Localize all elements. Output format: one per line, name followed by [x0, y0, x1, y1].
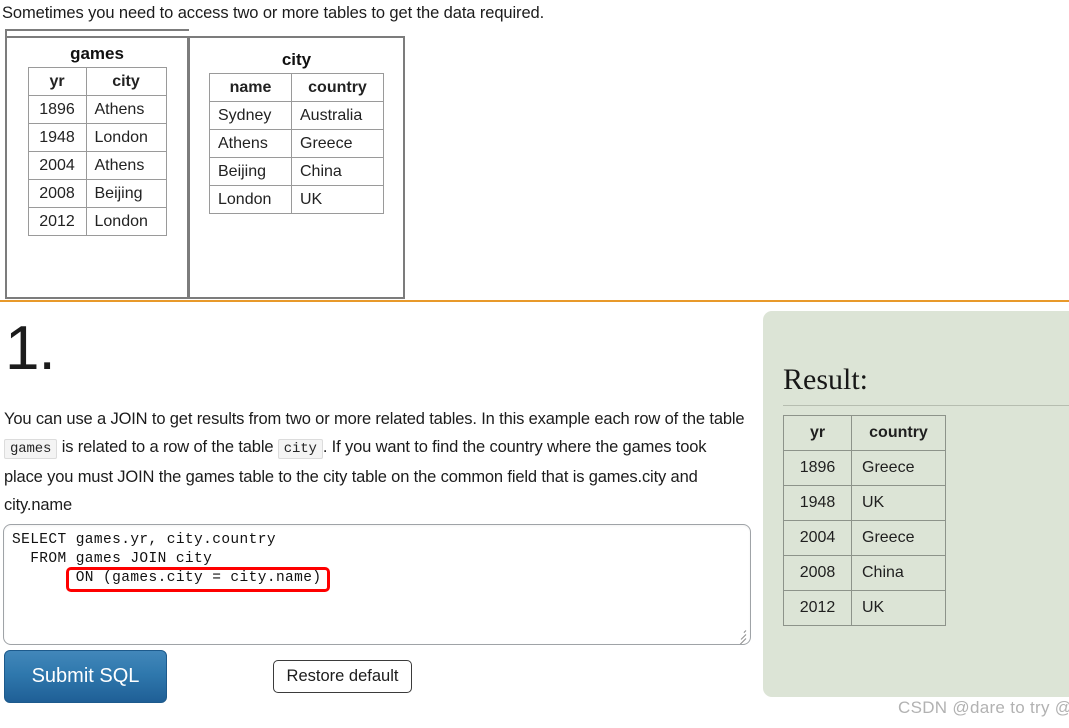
- cell-city: Beijing: [85, 179, 167, 208]
- submit-sql-button[interactable]: Submit SQL: [4, 650, 167, 703]
- cell-name: Athens: [209, 129, 292, 158]
- cell-city: London: [85, 123, 167, 152]
- table-header-row: yr city: [27, 67, 167, 96]
- cell-country: Greece: [851, 520, 946, 556]
- column-header-country: country: [291, 73, 384, 102]
- watermark: CSDN @dare to try @: [898, 698, 1069, 717]
- table-row: 2012 UK: [783, 590, 946, 626]
- table-row: 2012 London: [27, 207, 167, 236]
- cell-yr: 1896: [27, 95, 87, 124]
- table-row: Athens Greece: [209, 129, 384, 158]
- cell-yr: 2008: [27, 179, 87, 208]
- cell-yr: 2008: [783, 555, 852, 591]
- cell-city: Athens: [85, 95, 167, 124]
- column-header-city: city: [85, 67, 167, 96]
- games-table-tab: [7, 31, 191, 38]
- paragraph-part-2: is related to a row of the table: [57, 438, 278, 456]
- cell-city: Athens: [85, 151, 167, 180]
- paragraph-part-1: You can use a JOIN to get results from t…: [4, 410, 745, 428]
- cell-country: UK: [851, 485, 946, 521]
- table-row: 2008 Beijing: [27, 179, 167, 208]
- cell-yr: 1948: [783, 485, 852, 521]
- city-table-container: city name country Sydney Australia Athen…: [188, 36, 405, 299]
- table-header-row: name country: [209, 73, 384, 102]
- cell-yr: 2012: [783, 590, 852, 626]
- cell-country: China: [291, 157, 384, 186]
- games-table-container: games yr city 1896 Athens 1948 London 20…: [5, 29, 191, 299]
- table-row: 1896 Athens: [27, 95, 167, 124]
- cell-yr: 1896: [783, 450, 852, 486]
- table-row: London UK: [209, 185, 384, 214]
- column-header-country: country: [851, 415, 946, 451]
- table-row: 1948 UK: [783, 485, 946, 521]
- cell-country: Greece: [291, 129, 384, 158]
- cell-yr: 2004: [27, 151, 87, 180]
- cell-country: Greece: [851, 450, 946, 486]
- table-row: 2004 Greece: [783, 520, 946, 556]
- inline-code-games: games: [4, 439, 58, 459]
- games-table-title: games: [70, 44, 124, 63]
- table-row: 2004 Athens: [27, 151, 167, 180]
- cell-name: Sydney: [209, 101, 292, 130]
- sql-editor[interactable]: SELECT games.yr, city.country FROM games…: [3, 524, 751, 645]
- games-table: yr city 1896 Athens 1948 London 2004 Ath…: [27, 67, 167, 236]
- column-header-name: name: [209, 73, 292, 102]
- table-header-row: yr country: [783, 415, 946, 451]
- inline-code-city: city: [277, 439, 323, 459]
- cell-name: Beijing: [209, 157, 292, 186]
- cell-country: UK: [851, 590, 946, 626]
- cell-country: China: [851, 555, 946, 591]
- table-row: 1948 London: [27, 123, 167, 152]
- sql-code-text[interactable]: SELECT games.yr, city.country FROM games…: [12, 531, 321, 588]
- cell-yr: 2004: [783, 520, 852, 556]
- cell-country: Australia: [291, 101, 384, 130]
- city-table: name country Sydney Australia Athens Gre…: [209, 73, 384, 214]
- city-table-title: city: [281, 50, 312, 69]
- intro-text: Sometimes you need to access two or more…: [2, 4, 545, 22]
- column-header-yr: yr: [27, 67, 87, 96]
- cell-yr: 2012: [27, 207, 87, 236]
- result-heading: Result:: [783, 363, 869, 396]
- cell-yr: 1948: [27, 123, 87, 152]
- result-panel: Result: yr country 1896 Greece 1948 UK 2…: [763, 311, 1069, 697]
- step-number: 1.: [5, 314, 56, 383]
- table-row: 2008 China: [783, 555, 946, 591]
- result-divider: [783, 405, 1069, 406]
- table-row: Sydney Australia: [209, 101, 384, 130]
- column-header-yr: yr: [783, 415, 852, 451]
- restore-default-button[interactable]: Restore default: [273, 660, 412, 693]
- table-row: 1896 Greece: [783, 450, 946, 486]
- cell-country: UK: [291, 185, 384, 214]
- schema-diagram: games yr city 1896 Athens 1948 London 20…: [5, 29, 405, 299]
- cell-name: London: [209, 185, 292, 214]
- section-divider: [0, 300, 1069, 302]
- table-row: Beijing China: [209, 157, 384, 186]
- lesson-paragraph: You can use a JOIN to get results from t…: [4, 405, 749, 519]
- cell-city: London: [85, 207, 167, 236]
- resize-grip-icon[interactable]: [733, 628, 747, 644]
- page-root: Sometimes you need to access two or more…: [0, 0, 1069, 728]
- result-table: yr country 1896 Greece 1948 UK 2004 Gree…: [783, 415, 946, 626]
